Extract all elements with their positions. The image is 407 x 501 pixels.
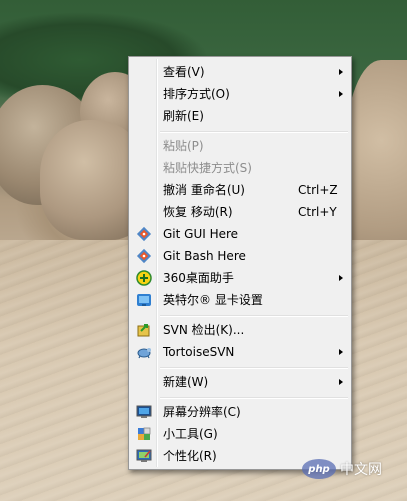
menu-item-label: 英特尔® 显卡设置 <box>163 293 263 307</box>
menu-item-label: 屏幕分辨率(C) <box>163 405 241 419</box>
intel-graphics-icon <box>136 292 152 308</box>
submenu-arrow-icon <box>339 379 343 385</box>
360-assistant-icon <box>136 270 152 286</box>
tortoisesvn-icon <box>136 344 152 360</box>
menu-item-label: 个性化(R) <box>163 449 217 463</box>
menu-separator <box>160 131 348 132</box>
gadgets-icon <box>136 426 152 442</box>
menu-separator <box>160 315 348 316</box>
menu-item-sort-by[interactable]: 排序方式(O) <box>131 83 349 105</box>
site-watermark: php 中文网 <box>302 455 398 483</box>
menu-item-label: 小工具(G) <box>163 427 218 441</box>
menu-item-gadgets[interactable]: 小工具(G) <box>131 423 349 445</box>
menu-item-label: TortoiseSVN <box>163 345 235 359</box>
menu-item-label: 粘贴(P) <box>163 139 204 153</box>
menu-item-git-gui[interactable]: Git GUI Here <box>131 223 349 245</box>
menu-item-label: 360桌面助手 <box>163 271 234 285</box>
svn-checkout-icon <box>136 322 152 338</box>
menu-item-svn-checkout[interactable]: SVN 检出(K)... <box>131 319 349 341</box>
menu-item-git-bash[interactable]: Git Bash Here <box>131 245 349 267</box>
watermark-logo: php <box>302 459 336 479</box>
menu-item-redo-move[interactable]: 恢复 移动(R) Ctrl+Y <box>131 201 349 223</box>
menu-item-label: 刷新(E) <box>163 109 204 123</box>
menu-item-view[interactable]: 查看(V) <box>131 61 349 83</box>
git-icon <box>136 248 152 264</box>
git-icon <box>136 226 152 242</box>
menu-item-paste-shortcut[interactable]: 粘贴快捷方式(S) <box>131 157 349 179</box>
menu-item-tortoisesvn[interactable]: TortoiseSVN <box>131 341 349 363</box>
submenu-arrow-icon <box>339 69 343 75</box>
desktop-context-menu: 查看(V) 排序方式(O) 刷新(E) 粘贴(P) 粘贴快捷方式(S) 撤消 重… <box>128 56 352 470</box>
menu-separator <box>160 397 348 398</box>
menu-item-label: 恢复 移动(R) <box>163 205 233 219</box>
personalize-icon <box>136 448 152 464</box>
menu-item-label: 撤消 重命名(U) <box>163 183 245 197</box>
menu-separator <box>160 367 348 368</box>
submenu-arrow-icon <box>339 91 343 97</box>
menu-item-shortcut: Ctrl+Z <box>298 183 338 197</box>
menu-item-undo-rename[interactable]: 撤消 重命名(U) Ctrl+Z <box>131 179 349 201</box>
menu-item-paste[interactable]: 粘贴(P) <box>131 135 349 157</box>
submenu-arrow-icon <box>339 349 343 355</box>
menu-item-360-assistant[interactable]: 360桌面助手 <box>131 267 349 289</box>
menu-item-screen-resolution[interactable]: 屏幕分辨率(C) <box>131 401 349 423</box>
menu-item-label: Git GUI Here <box>163 227 239 241</box>
menu-item-label: 粘贴快捷方式(S) <box>163 161 252 175</box>
screen-resolution-icon <box>136 404 152 420</box>
menu-item-label: 查看(V) <box>163 65 205 79</box>
submenu-arrow-icon <box>339 275 343 281</box>
menu-item-shortcut: Ctrl+Y <box>298 205 337 219</box>
menu-item-label: Git Bash Here <box>163 249 246 263</box>
menu-item-new[interactable]: 新建(W) <box>131 371 349 393</box>
menu-item-label: SVN 检出(K)... <box>163 323 245 337</box>
menu-item-intel-graphics[interactable]: 英特尔® 显卡设置 <box>131 289 349 311</box>
menu-item-label: 新建(W) <box>163 375 209 389</box>
menu-item-label: 排序方式(O) <box>163 87 230 101</box>
watermark-text: 中文网 <box>340 462 382 478</box>
menu-item-refresh[interactable]: 刷新(E) <box>131 105 349 127</box>
